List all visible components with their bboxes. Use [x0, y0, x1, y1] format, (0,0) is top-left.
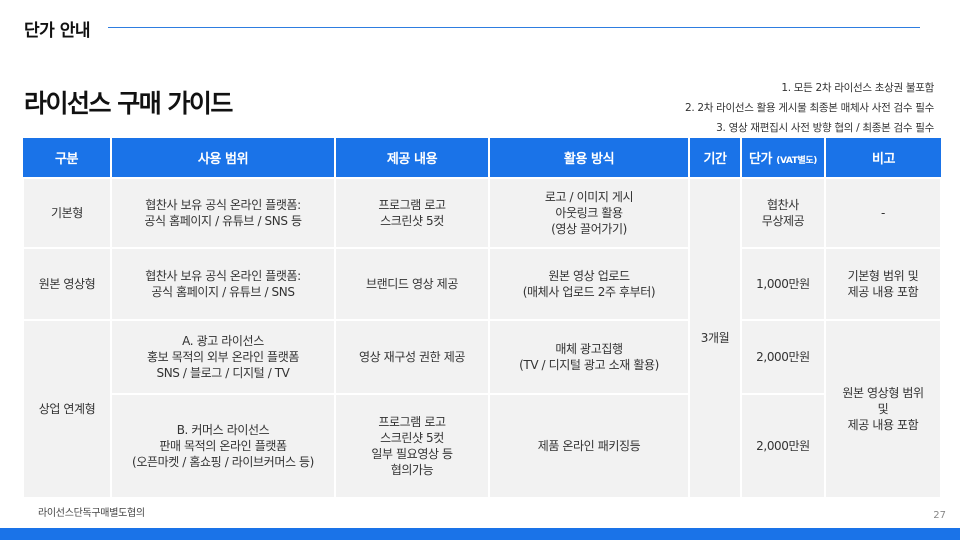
- title-divider: [108, 27, 920, 28]
- cell-scope: 협찬사 보유 공식 온라인 플랫폼: 공식 홈페이지 / 유튜브 / SNS 등: [110, 177, 336, 249]
- cell-method: 매체 광고집행 (TV / 디지털 광고 소재 활용): [488, 319, 690, 395]
- cell-scope: A. 광고 라이선스 홍보 목적의 외부 온라인 플랫폼 SNS / 블로그 /…: [110, 319, 336, 395]
- header-period: 기간: [689, 138, 742, 178]
- cell-line: 홍보 목적의 외부 온라인 플랫폼: [147, 350, 299, 364]
- cell-line: 스크린샷 5컷: [380, 431, 444, 445]
- cell-line: 및: [877, 402, 889, 416]
- cell-line: 스크린샷 5컷: [380, 214, 444, 228]
- table-row: 상업 연계형 A. 광고 라이선스 홍보 목적의 외부 온라인 플랫폼 SNS …: [22, 319, 942, 499]
- table-row: B. 커머스 라이선스 판매 목적의 온라인 플랫폼 (오픈마켓 / 홈쇼핑 /…: [23, 393, 941, 499]
- cell-category: 기본형: [22, 177, 112, 249]
- cell-line: 로고 / 이미지 게시: [544, 190, 634, 204]
- cell-line: 일부 필요영상 등: [371, 447, 453, 461]
- cell-line: 제공 내용 포함: [847, 285, 919, 299]
- cell-line: 협찬사 보유 공식 온라인 플랫폼:: [145, 198, 301, 212]
- header-price-note: (VAT별도): [776, 156, 817, 166]
- cell-line: 매체 광고집행: [555, 342, 623, 356]
- header-scope: 사용 범위: [111, 138, 336, 178]
- header-method: 활용 방식: [489, 138, 690, 178]
- cell-line: (영상 끌어가기): [551, 222, 627, 236]
- table-row: 원본 영상형 협찬사 보유 공식 온라인 플랫폼: 공식 홈페이지 / 유튜브 …: [22, 247, 942, 321]
- cell-price: 1,000만원: [740, 247, 826, 321]
- pricing-table: 구분 사용 범위 제공 내용 활용 방식 기간 단가 (VAT별도) 비고 기본…: [22, 138, 942, 499]
- cell-remark: 원본 영상형 범위 및 제공 내용 포함: [824, 319, 942, 499]
- cell-content: 프로그램 로고 스크린샷 5컷 일부 필요영상 등 협의가능: [334, 393, 490, 499]
- cell-line: 공식 홈페이지 / 유튜브 / SNS: [151, 285, 295, 299]
- cell-line: (TV / 디지털 광고 소재 활용): [519, 358, 659, 372]
- cell-content: 영상 재구성 권한 제공: [334, 319, 490, 395]
- note-item: 2. 2차 라이선스 활용 게시물 최종본 매체사 사전 검수 필수: [684, 102, 934, 114]
- header-price: 단가 (VAT별도): [741, 138, 826, 178]
- cell-line: SNS / 블로그 / 디지털 / TV: [156, 366, 290, 380]
- cell-line: 공식 홈페이지 / 유튜브 / SNS 등: [144, 214, 302, 228]
- cell-line: 원본 영상 업로드: [548, 269, 630, 283]
- cell-line: 판매 목적의 온라인 플랫폼: [159, 439, 287, 453]
- cell-remark: -: [824, 177, 942, 249]
- page-number: 27: [933, 510, 946, 521]
- table-row: 기본형 협찬사 보유 공식 온라인 플랫폼: 공식 홈페이지 / 유튜브 / S…: [22, 177, 942, 499]
- cell-scope: B. 커머스 라이선스 판매 목적의 온라인 플랫폼 (오픈마켓 / 홈쇼핑 /…: [110, 393, 336, 499]
- cell-content: 브랜디드 영상 제공: [334, 247, 490, 321]
- header-category: 구분: [23, 138, 112, 178]
- cell-line: A. 광고 라이선스: [182, 334, 264, 348]
- cell-content: 프로그램 로고 스크린샷 5컷: [334, 177, 490, 249]
- header-content: 제공 내용: [335, 138, 490, 178]
- cell-line: 원본 영상형 범위: [842, 386, 924, 400]
- cell-category: 원본 영상형: [22, 247, 112, 321]
- cell-price: 2,000만원: [740, 319, 826, 395]
- cell-price: 협찬사 무상제공: [740, 177, 826, 249]
- note-item: 3. 영상 재편집시 사전 방향 협의 / 최종본 검수 필수: [716, 122, 934, 134]
- cell-line: 협찬사: [767, 198, 799, 212]
- cell-line: 프로그램 로고: [378, 198, 446, 212]
- cell-price: 2,000만원: [740, 393, 826, 499]
- cell-line: 무상제공: [761, 214, 805, 228]
- cell-line: (오픈마켓 / 홈쇼핑 / 라이브커머스 등): [132, 455, 314, 469]
- footnote: 라이선스단독구매별도협의: [38, 508, 145, 519]
- page-title: 라이선스 구매 가이드: [24, 89, 233, 118]
- cell-scope: 협찬사 보유 공식 온라인 플랫폼: 공식 홈페이지 / 유튜브 / SNS: [110, 247, 336, 321]
- table-header-row: 구분 사용 범위 제공 내용 활용 방식 기간 단가 (VAT별도) 비고: [23, 138, 941, 178]
- cell-period: 3개월: [688, 177, 742, 499]
- cell-line: 협의가능: [390, 463, 434, 477]
- cell-line: 아웃링크 활용: [555, 206, 623, 220]
- cell-method: 원본 영상 업로드 (매체사 업로드 2주 후부터): [488, 247, 690, 321]
- header-price-label: 단가: [748, 152, 773, 167]
- cell-line: 기본형 범위 및: [847, 269, 919, 283]
- cell-line: (매체사 업로드 2주 후부터): [522, 285, 656, 299]
- notes-list: 1. 모든 2차 라이선스 초상권 불포함 2. 2차 라이선스 활용 게시물 …: [685, 78, 934, 138]
- section-title: 단가 안내: [24, 21, 90, 41]
- note-item: 1. 모든 2차 라이선스 초상권 불포함: [781, 82, 934, 94]
- header-remark: 비고: [825, 138, 941, 178]
- bottom-accent-bar: [0, 528, 960, 540]
- cell-method: 제품 온라인 패키징등: [488, 393, 690, 499]
- cell-line: 프로그램 로고: [378, 415, 446, 429]
- cell-remark: 기본형 범위 및 제공 내용 포함: [824, 247, 942, 321]
- cell-line: B. 커머스 라이선스: [176, 423, 270, 437]
- cell-method: 로고 / 이미지 게시 아웃링크 활용 (영상 끌어가기): [488, 177, 690, 249]
- cell-line: 제공 내용 포함: [847, 418, 919, 432]
- cell-category: 상업 연계형: [22, 319, 112, 499]
- cell-line: 협찬사 보유 공식 온라인 플랫폼:: [145, 269, 301, 283]
